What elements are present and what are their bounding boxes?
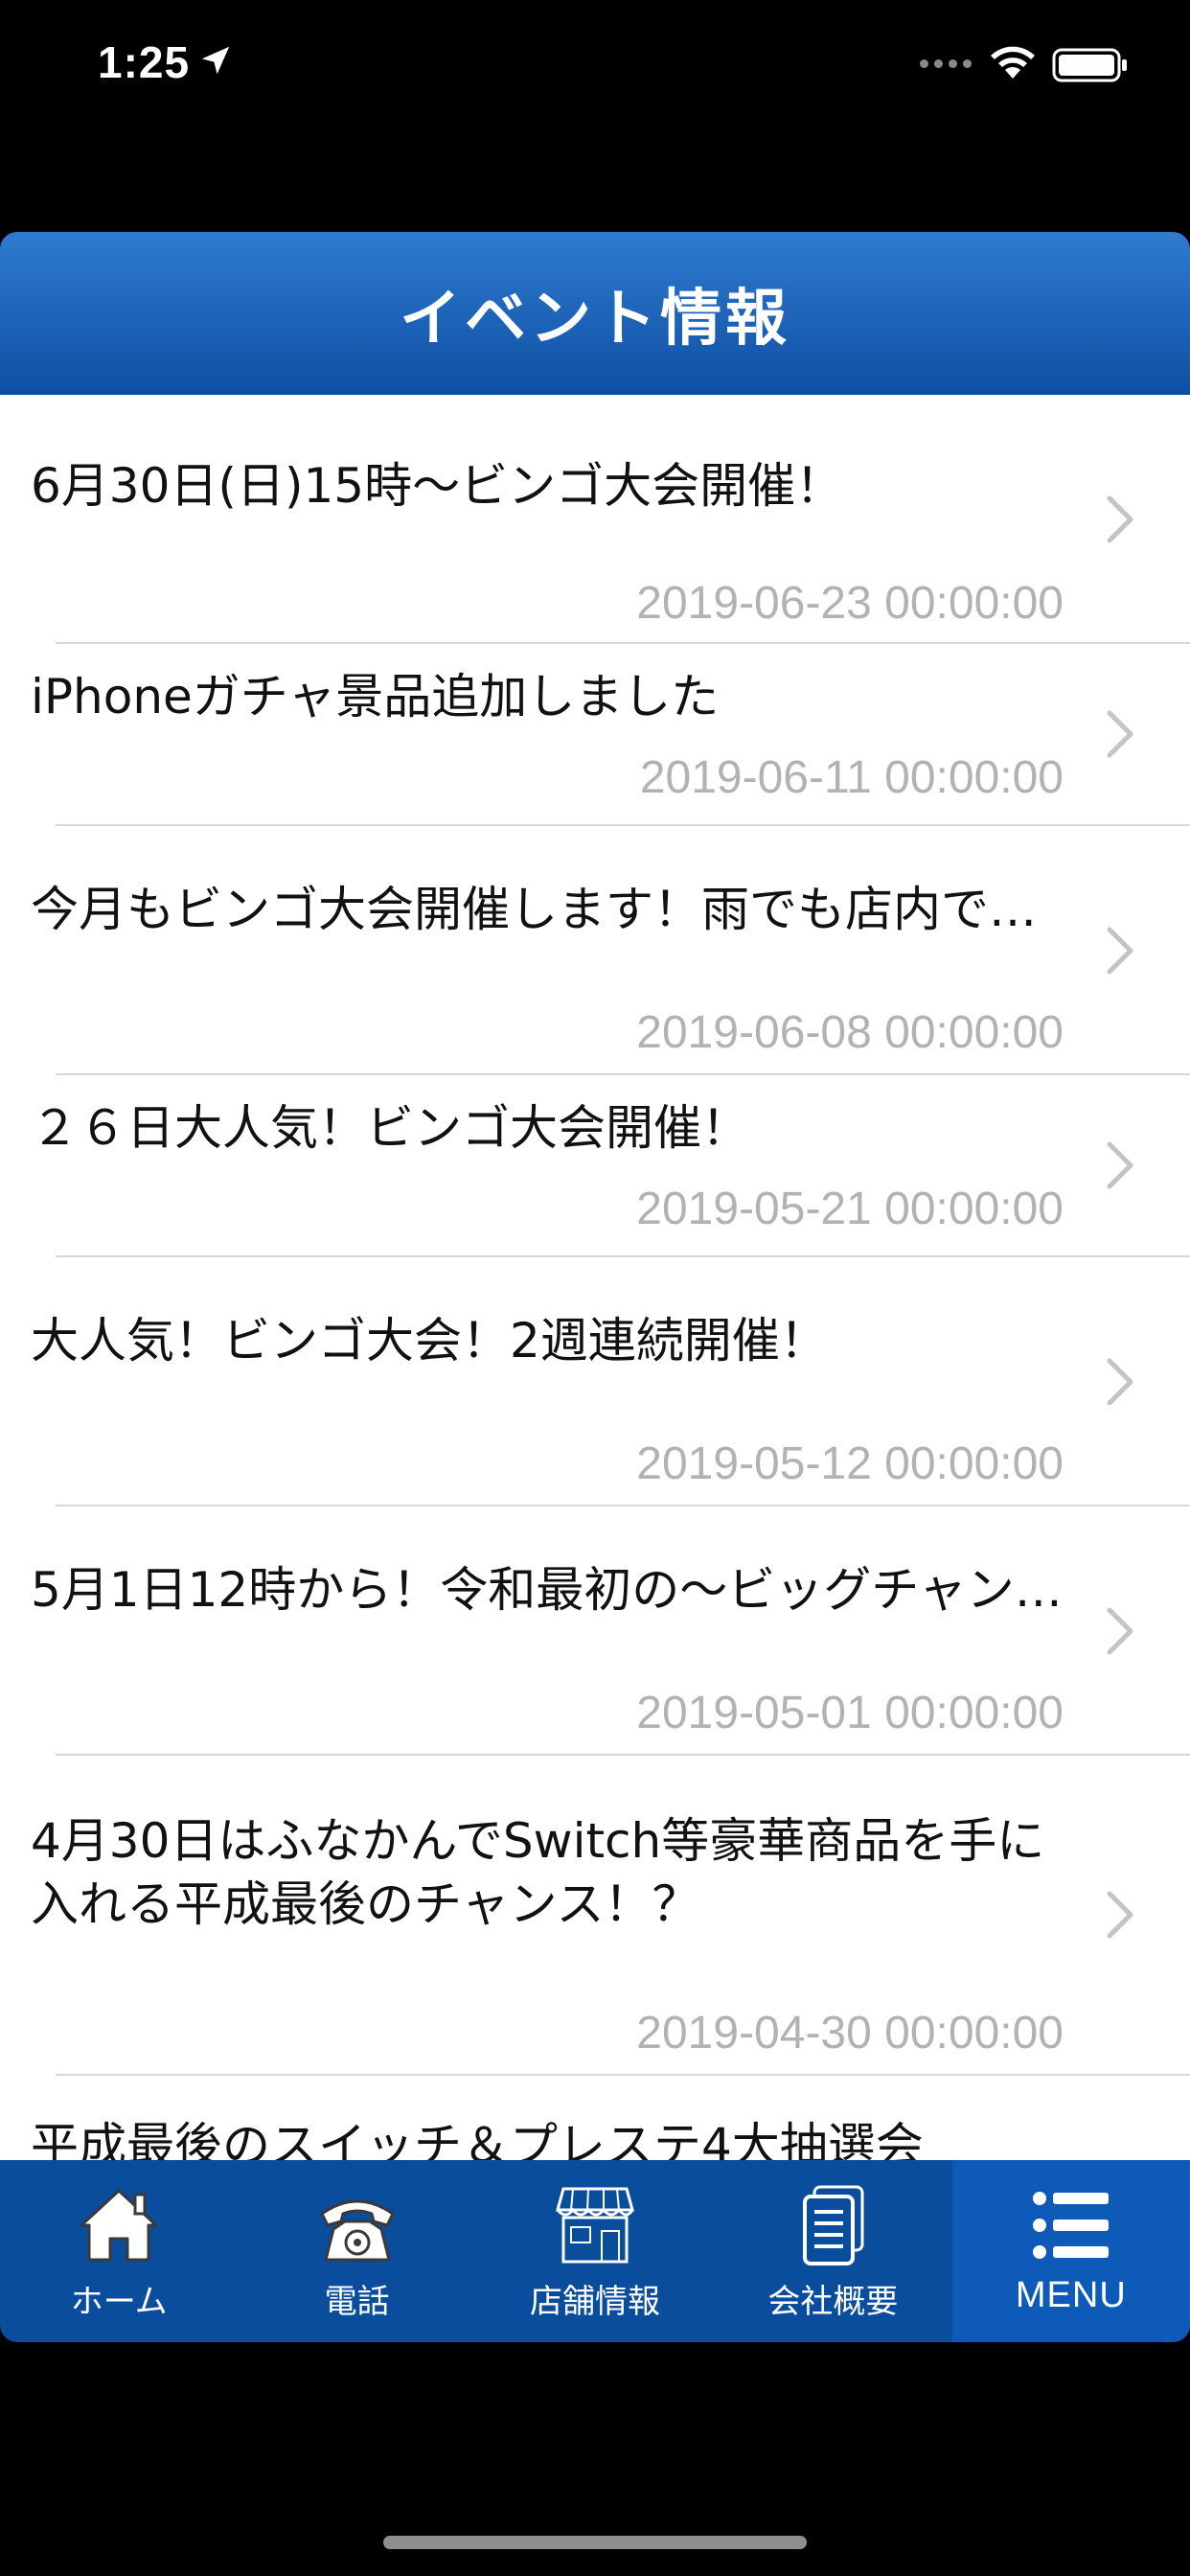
tab-company-overview[interactable]: 会社概要 xyxy=(714,2160,951,2342)
location-arrow-icon xyxy=(201,46,230,75)
chevron-right-icon xyxy=(1107,710,1133,758)
event-date: 2019-06-08 00:00:00 xyxy=(636,1007,1064,1058)
event-title: 6月30日(日)15時～ビンゴ大会開催！ xyxy=(31,458,844,514)
cellular-signal-icon xyxy=(920,59,972,68)
wifi-icon xyxy=(991,46,1035,79)
chevron-right-icon xyxy=(1107,1358,1133,1406)
chevron-right-icon xyxy=(1107,927,1133,975)
tab-store-info[interactable]: 店舗情報 xyxy=(476,2160,714,2342)
tab-phone[interactable]: 電話 xyxy=(238,2160,475,2342)
header-bar: イベント情報 xyxy=(0,232,1190,395)
store-icon xyxy=(556,2187,634,2264)
chevron-right-icon xyxy=(1107,495,1133,543)
event-row[interactable]: 5月1日12時から！令和最初の～ビッグチャン… 2019-05-01 00:00… xyxy=(0,1506,1190,1756)
tab-label: 店舗情報 xyxy=(530,2283,661,2321)
home-indicator[interactable] xyxy=(383,2536,807,2549)
tab-bar: ホーム 電話 店舗情報 会社概要 MENU xyxy=(0,2160,1190,2342)
status-bar: 1:25 xyxy=(0,0,1190,134)
event-title: 5月1日12時から！令和最初の～ビッグチャン… xyxy=(31,1562,1063,1618)
event-date: 2019-05-21 00:00:00 xyxy=(636,1184,1064,1234)
tab-home[interactable]: ホーム xyxy=(0,2160,238,2342)
home-icon xyxy=(80,2189,158,2262)
event-row[interactable]: 大人気！ビンゴ大会！2週連続開催！ 2019-05-12 00:00:00 xyxy=(0,1257,1190,1506)
event-date: 2019-04-30 00:00:00 xyxy=(636,2008,1064,2058)
chevron-right-icon xyxy=(1107,1891,1133,1939)
event-row[interactable]: ２６日大人気！ビンゴ大会開催！ 2019-05-21 00:00:00 xyxy=(0,1075,1190,1257)
event-row[interactable]: 4月30日はふなかんでSwitch等豪華商品を手に入れる平成最後のチャンス！？ … xyxy=(0,1756,1190,2076)
tab-label: ホーム xyxy=(70,2283,168,2321)
phone-icon xyxy=(320,2199,395,2262)
event-title: ２６日大人気！ビンゴ大会開催！ xyxy=(31,1100,749,1156)
page-title: イベント情報 xyxy=(400,284,790,355)
event-row[interactable]: 6月30日(日)15時～ビンゴ大会開催！ 2019-06-23 00:00:00 xyxy=(0,395,1190,644)
event-title: iPhoneガチャ景品追加しました xyxy=(31,669,720,724)
tab-menu[interactable]: MENU xyxy=(951,2160,1190,2342)
event-title: 4月30日はふなかんでSwitch等豪華商品を手に入れる平成最後のチャンス！？ xyxy=(31,1813,1045,1932)
status-time: 1:25 xyxy=(98,37,191,87)
event-row[interactable]: 今月もビンゴ大会開催します！雨でも店内で… 2019-06-08 00:00:0… xyxy=(0,826,1190,1075)
event-title: 大人気！ビンゴ大会！2週連続開催！ xyxy=(31,1313,828,1368)
event-title: 平成最後のスイッチ＆プレステ4大抽選会 xyxy=(31,2118,924,2160)
tab-label: MENU xyxy=(1015,2275,1127,2315)
tab-label: 会社概要 xyxy=(767,2283,899,2321)
chevron-right-icon xyxy=(1107,1141,1133,1189)
document-icon xyxy=(803,2185,864,2266)
event-date: 2019-06-23 00:00:00 xyxy=(636,578,1064,629)
event-date: 2019-05-12 00:00:00 xyxy=(636,1438,1064,1489)
event-row[interactable]: iPhoneガチャ景品追加しました 2019-06-11 00:00:00 xyxy=(0,644,1190,826)
event-title: 今月もビンゴ大会開催します！雨でも店内で… xyxy=(31,882,1037,937)
battery-icon xyxy=(1052,48,1127,82)
menu-icon xyxy=(1032,2192,1109,2259)
event-date: 2019-05-01 00:00:00 xyxy=(636,1688,1064,1738)
event-row[interactable]: 平成最後のスイッチ＆プレステ4大抽選会 xyxy=(0,2076,1190,2160)
chevron-right-icon xyxy=(1107,1607,1133,1655)
event-date: 2019-06-11 00:00:00 xyxy=(639,752,1064,803)
event-list[interactable]: 6月30日(日)15時～ビンゴ大会開催！ 2019-06-23 00:00:00… xyxy=(0,395,1190,2160)
tab-label: 電話 xyxy=(324,2283,390,2321)
